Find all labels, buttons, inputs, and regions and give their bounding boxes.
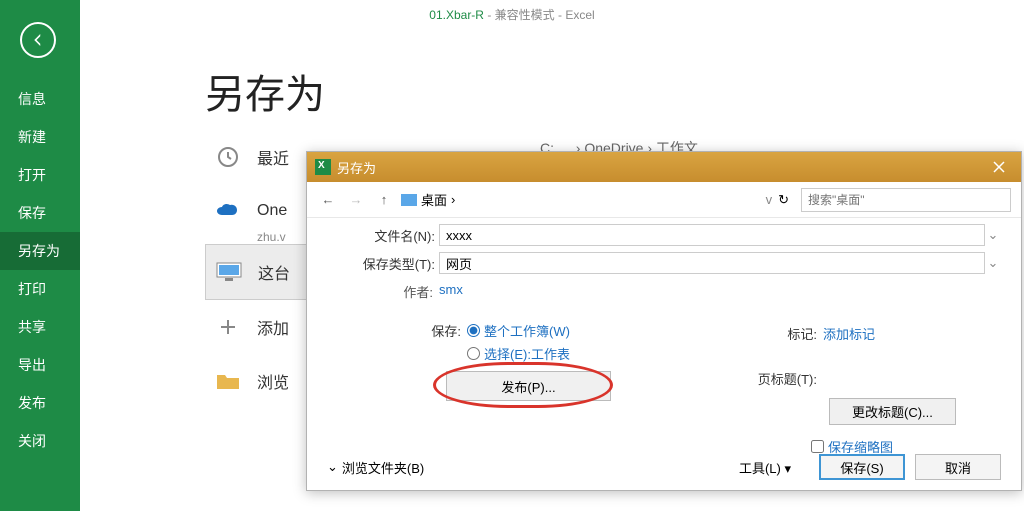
sidebar-item-7[interactable]: 导出 [0,346,80,384]
page-title: 另存为 [205,62,325,120]
compat-mode: 兼容性模式 [495,8,555,22]
location-label: 最近 [257,145,289,169]
sidebar-item-5[interactable]: 打印 [0,270,80,308]
close-button[interactable] [976,152,1021,182]
app-name: Excel [565,8,594,22]
dialog-title: 另存为 [337,158,376,177]
sidebar-item-2[interactable]: 打开 [0,156,80,194]
close-icon [993,161,1005,173]
backstage-sidebar: 信息新建打开保存另存为打印共享导出发布关闭 [0,0,80,511]
sidebar-item-9[interactable]: 关闭 [0,422,80,460]
save-as-dialog: 另存为 ← → ↑ 桌面 › v ↻ 文件名(N): xxxx ⌄ 保存类型(T… [306,151,1022,491]
dialog-nav-bar: ← → ↑ 桌面 › v ↻ [307,182,1021,218]
nav-location-label: 桌面 [421,190,447,209]
filename-drop[interactable]: ⌄ [985,227,1001,243]
sidebar-item-3[interactable]: 保存 [0,194,80,232]
plus-icon [213,312,243,342]
nav-path[interactable]: 桌面 › [401,190,760,209]
chevron-right-icon: › [451,192,455,207]
location-label: 浏览 [257,369,289,393]
clock-icon [213,142,243,172]
filetype-label: 保存类型(T): [327,254,439,273]
pc-icon [214,257,244,287]
radio-selection[interactable]: 选择(E):工作表 [467,344,570,363]
filetype-drop[interactable]: ⌄ [985,255,1001,271]
chevron-down-icon: ⌄ [327,459,338,475]
filetype-field[interactable]: 网页 [439,252,985,274]
arrow-left-icon [29,31,47,49]
back-button[interactable] [20,22,56,58]
folder-icon [213,366,243,396]
change-title-button[interactable]: 更改标题(C)... [829,398,956,425]
location-label: 这台 [258,260,290,284]
sidebar-item-4[interactable]: 另存为 [0,232,80,270]
doc-name: 01.Xbar-R [429,8,484,22]
folder-icon [401,194,417,206]
tools-dropdown[interactable]: 工具(L) ▾ [739,458,791,477]
window-title: 01.Xbar-R - 兼容性模式 - Excel [0,0,1024,25]
sidebar-item-8[interactable]: 发布 [0,384,80,422]
browse-folders-toggle[interactable]: ⌄ 浏览文件夹(B) [327,458,424,477]
sidebar-item-0[interactable]: 信息 [0,80,80,118]
radio-entire-workbook[interactable]: 整个工作簿(W) [467,321,570,340]
sidebar-item-1[interactable]: 新建 [0,118,80,156]
sidebar-item-6[interactable]: 共享 [0,308,80,346]
cancel-button[interactable]: 取消 [915,454,1001,480]
onedrive-icon [213,196,243,226]
nav-forward-button[interactable]: → [345,189,367,211]
search-input[interactable] [801,188,1011,212]
nav-up-button[interactable]: ↑ [373,189,395,211]
nav-back-button[interactable]: ← [317,189,339,211]
dialog-titlebar[interactable]: 另存为 [307,152,1021,182]
filename-field[interactable]: xxxx [439,224,985,246]
author-label: 作者: [327,282,439,301]
filename-label: 文件名(N): [327,226,439,245]
excel-icon [315,159,331,175]
save-scope-label: 保存: [327,321,467,363]
author-value[interactable]: smx [439,282,463,301]
refresh-button[interactable]: ↻ [778,192,789,208]
save-button[interactable]: 保存(S) [819,454,905,480]
tag-value[interactable]: 添加标记 [823,324,875,343]
location-label: One [257,202,287,220]
save-thumbnail-checkbox[interactable] [811,440,824,453]
page-title-label: 页标题(T): [755,369,823,388]
location-label: 添加 [257,315,289,339]
tag-label: 标记: [755,324,823,343]
publish-button[interactable]: 发布(P)... [446,371,611,401]
